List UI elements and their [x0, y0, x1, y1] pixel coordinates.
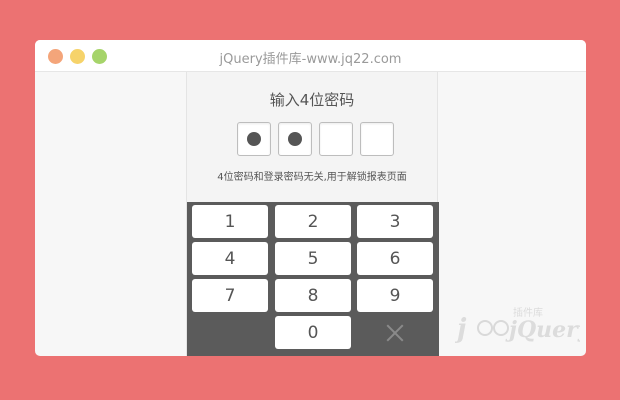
pin-filled-dot — [247, 132, 261, 146]
pin-panel: 输入4位密码 4位密码和登录密码无关,用于解锁报表页面 1 2 3 4 5 6 … — [186, 72, 439, 356]
pin-box-1 — [237, 122, 271, 156]
pin-box-2 — [278, 122, 312, 156]
delete-key[interactable] — [357, 316, 433, 349]
jquery-watermark-logo: j jQuery 插件库 — [455, 306, 580, 344]
key-7[interactable]: 7 — [192, 279, 268, 312]
key-9[interactable]: 9 — [357, 279, 433, 312]
numeric-keypad: 1 2 3 4 5 6 7 8 9 0 — [187, 202, 439, 356]
close-icon — [386, 324, 404, 342]
key-5[interactable]: 5 — [275, 242, 351, 275]
title-bar: jQuery插件库-www.jq22.com — [35, 40, 586, 72]
svg-text:j: j — [455, 314, 467, 344]
pin-box-3 — [319, 122, 353, 156]
svg-text:插件库: 插件库 — [513, 306, 543, 319]
key-1[interactable]: 1 — [192, 205, 268, 238]
pin-boxes — [237, 122, 397, 156]
svg-text:jQuery: jQuery — [505, 317, 580, 343]
key-3[interactable]: 3 — [357, 205, 433, 238]
pin-hint: 4位密码和登录密码无关,用于解锁报表页面 — [217, 172, 407, 183]
key-2[interactable]: 2 — [275, 205, 351, 238]
window-title: jQuery插件库-www.jq22.com — [219, 52, 402, 67]
pin-box-4 — [360, 122, 394, 156]
key-0[interactable]: 0 — [275, 316, 351, 349]
key-6[interactable]: 6 — [357, 242, 433, 275]
key-4[interactable]: 4 — [192, 242, 268, 275]
pin-heading: 输入4位密码 — [269, 91, 355, 109]
key-8[interactable]: 8 — [275, 279, 351, 312]
pin-filled-dot — [288, 132, 302, 146]
